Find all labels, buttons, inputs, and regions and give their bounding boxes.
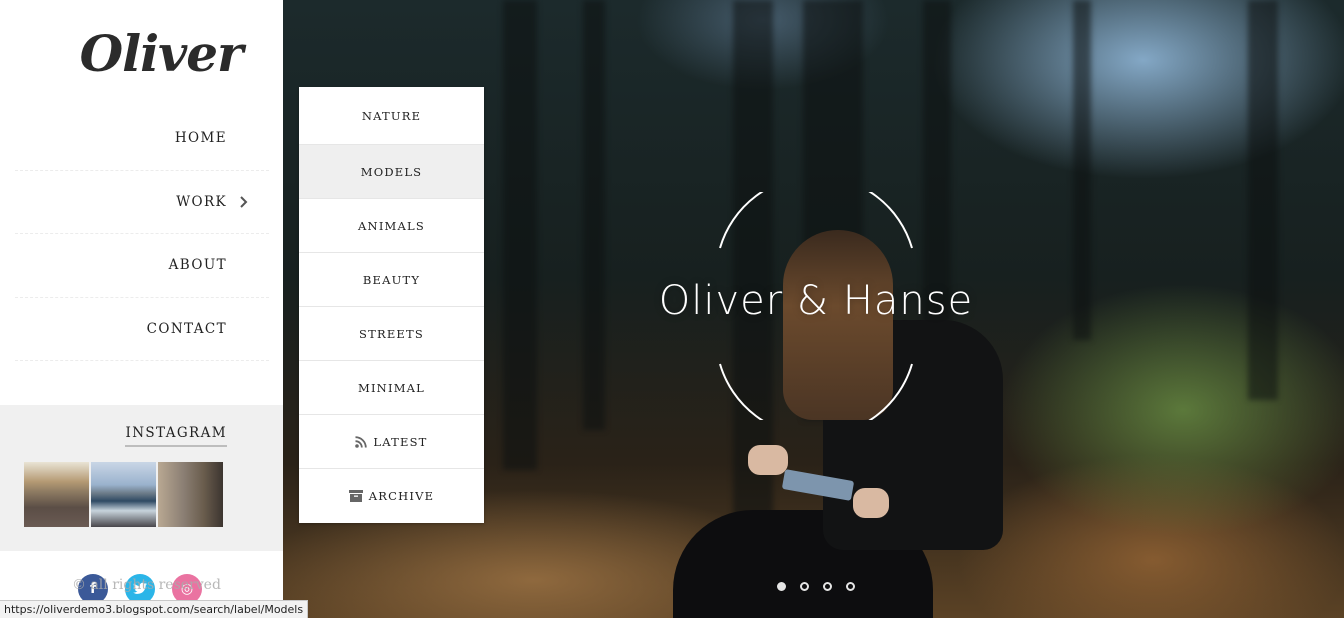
- submenu-item-models[interactable]: MODELS: [299, 145, 484, 199]
- archive-icon: [348, 490, 363, 502]
- submenu-item-label: MODELS: [360, 164, 423, 179]
- background-tree: [1248, 0, 1278, 400]
- nav-item-about[interactable]: ABOUT: [15, 234, 269, 298]
- instagram-thumbnail[interactable]: [91, 462, 156, 527]
- nav-item-label: ABOUT: [168, 257, 227, 274]
- submenu-item-beauty[interactable]: BEAUTY: [299, 253, 484, 307]
- nav-item-work[interactable]: WORK: [15, 171, 269, 234]
- nav-item-label: HOME: [174, 130, 227, 147]
- submenu-item-label: BEAUTY: [362, 272, 421, 287]
- instagram-thumbnail[interactable]: [158, 462, 223, 527]
- submenu-item-nature[interactable]: NATURE: [299, 87, 484, 145]
- background-tree: [1073, 0, 1091, 340]
- nav-item-contact[interactable]: CONTACT: [15, 298, 269, 361]
- slider-pagination: [777, 582, 855, 591]
- site-logo[interactable]: Oliver: [0, 24, 322, 83]
- submenu-item-latest[interactable]: LATEST: [299, 415, 484, 469]
- nav-item-label: WORK: [176, 193, 227, 210]
- slider-dot-1[interactable]: [777, 582, 786, 591]
- subject-hand: [853, 488, 889, 518]
- submenu-item-archive[interactable]: ARCHIVE: [299, 469, 484, 523]
- browser-status-url: https://oliverdemo3.blogspot.com/search/…: [0, 600, 309, 618]
- slider-dot-4[interactable]: [846, 582, 855, 591]
- hero-title: Oliver & Hanse: [658, 278, 974, 324]
- rss-icon: [355, 435, 368, 448]
- submenu-item-label: NATURE: [361, 108, 422, 123]
- submenu-item-minimal[interactable]: MINIMAL: [299, 361, 484, 415]
- slider-dot-2[interactable]: [800, 582, 809, 591]
- nav-item-label: CONTACT: [146, 320, 227, 337]
- submenu-item-label: STREETS: [359, 326, 424, 341]
- sidebar: Oliver HOME WORK ABOUT CONTACT INSTAGRAM…: [0, 0, 283, 618]
- slider-dot-3[interactable]: [823, 582, 832, 591]
- nav-item-home[interactable]: HOME: [15, 107, 269, 171]
- main-nav: HOME WORK ABOUT CONTACT: [15, 107, 269, 361]
- subject-hand: [748, 445, 788, 475]
- submenu-item-label: LATEST: [373, 434, 428, 449]
- submenu-item-animals[interactable]: ANIMALS: [299, 199, 484, 253]
- instagram-widget: INSTAGRAM: [0, 405, 283, 551]
- submenu-item-label: ANIMALS: [358, 218, 425, 233]
- background-tree: [583, 0, 605, 430]
- submenu-item-label: MINIMAL: [357, 380, 426, 395]
- chevron-right-icon: [240, 196, 248, 208]
- copyright-text: © all rights reserved: [72, 577, 221, 593]
- background-tree: [503, 0, 537, 470]
- instagram-thumbnail[interactable]: [24, 462, 89, 527]
- instagram-title: INSTAGRAM: [125, 425, 227, 447]
- submenu-item-label: ARCHIVE: [368, 489, 435, 503]
- work-submenu: NATURE MODELS ANIMALS BEAUTY STREETS MIN…: [299, 87, 484, 523]
- instagram-grid: [24, 462, 223, 527]
- submenu-item-streets[interactable]: STREETS: [299, 307, 484, 361]
